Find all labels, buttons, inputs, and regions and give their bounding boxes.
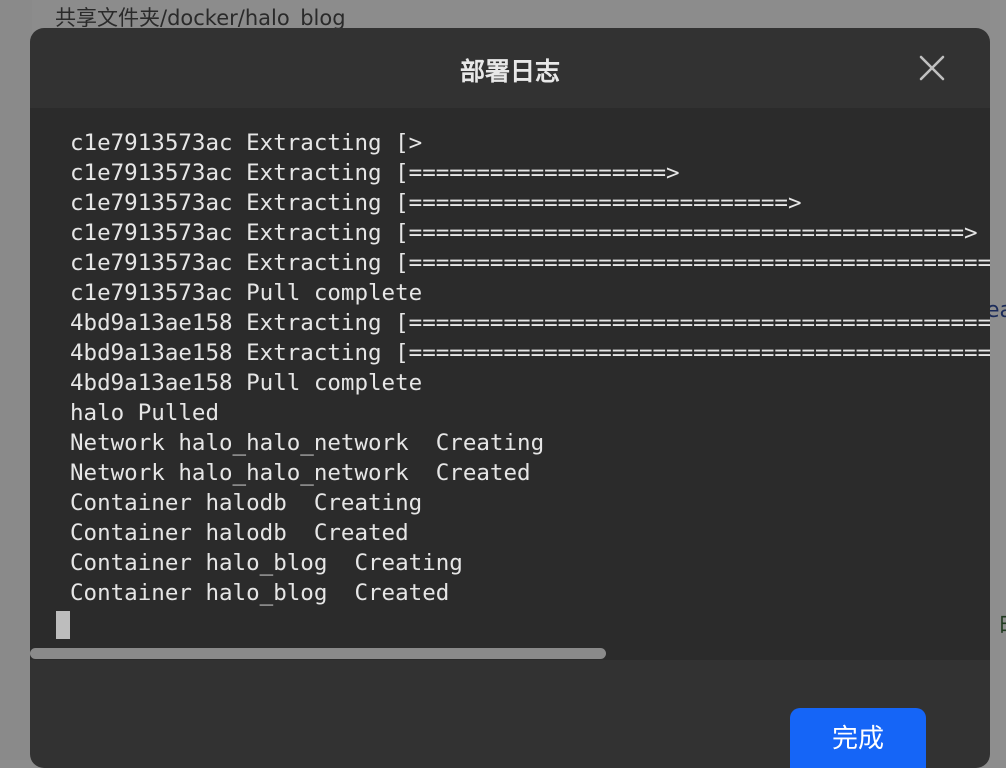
terminal-cursor [56,611,70,639]
horizontal-scrollbar-thumb[interactable] [30,648,606,659]
log-line: c1e7913573ac Extracting [===============… [70,160,680,186]
log-line: 4bd9a13ae158 Pull complete [70,370,423,396]
log-line: Network halo_halo_network Creating [70,430,545,456]
log-line: c1e7913573ac Extracting [> [70,130,423,156]
log-line: 4bd9a13ae158 Extracting [===============… [70,310,990,336]
log-line: c1e7913573ac Extracting [===============… [70,250,990,276]
dialog-header: 部署日志 [30,28,990,108]
log-lines: c1e7913573ac Extracting [> c1e7913573ac E… [70,128,990,608]
log-output-panel[interactable]: c1e7913573ac Extracting [> c1e7913573ac E… [30,108,990,660]
background-right-strip [990,0,1006,760]
log-line: Container halo_blog Created [70,580,450,606]
log-line: Container halo_blog Creating [70,550,463,576]
background-left-strip [0,0,32,760]
log-line: 4bd9a13ae158 Extracting [===============… [70,340,990,366]
log-line: Container halodb Created [70,520,409,546]
close-button[interactable] [916,52,948,84]
log-line: halo Pulled [70,400,220,426]
log-line: c1e7913573ac Pull complete [70,280,423,306]
log-line: Container halodb Creating [70,490,423,516]
log-line: c1e7913573ac Extracting [===============… [70,190,802,216]
log-line: Network halo_halo_network Created [70,460,531,486]
background-text-fragment: 白 [998,606,1006,638]
dialog-title: 部署日志 [459,57,560,86]
deploy-log-dialog: 部署日志 c1e7913573ac Extracting [> c1e791357… [30,28,990,768]
log-line: c1e7913573ac Extracting [===============… [70,220,978,246]
done-button[interactable]: 完成 [790,708,926,768]
close-icon [919,55,945,81]
